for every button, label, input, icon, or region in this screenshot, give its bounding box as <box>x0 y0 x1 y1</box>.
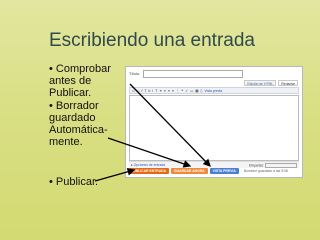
list-icon[interactable]: ⋮ <box>176 89 179 93</box>
post-editor-screenshot: Título: Edición de HTML Redactar ⎌ ⎌ f T… <box>125 66 303 178</box>
bullet-publish: • Publicar. <box>49 176 99 188</box>
title-label: Título: <box>129 71 141 76</box>
tab-compose[interactable]: Redactar <box>278 80 298 86</box>
italic-icon[interactable]: i <box>152 89 153 93</box>
align-right-icon[interactable]: ≡ <box>172 89 174 93</box>
font-icon[interactable]: f <box>141 89 142 93</box>
tab-edit-html[interactable]: Edición de HTML <box>244 80 277 86</box>
link-icon[interactable]: ⚭ <box>159 89 162 93</box>
quote-icon[interactable]: ❝ <box>181 89 183 93</box>
editor-tabs: Edición de HTML Redactar <box>244 80 298 86</box>
slide-title: Escribiendo una entrada <box>49 30 255 51</box>
title-row: Título: <box>129 70 299 78</box>
publish-button[interactable]: PUBLICAR ENTRADA <box>128 167 170 174</box>
redo-icon[interactable]: ⎌ <box>137 89 140 93</box>
formatting-toolbar: ⎌ ⎌ f T b i T ⚭ ≡ ≡ ≡ ⋮ ❝ ✓ ▭ ▦ ▯ Vista … <box>129 87 299 94</box>
font-size-icon[interactable]: T <box>144 89 146 93</box>
clear-format-icon[interactable]: ▯ <box>201 89 203 93</box>
bullet-check-before-publish: • Comprobar antes de Publicar. <box>49 63 111 99</box>
align-left-icon[interactable]: ≡ <box>164 89 166 93</box>
spellcheck-icon[interactable]: ✓ <box>185 89 188 93</box>
preview-button[interactable]: VISTA PREVIA <box>209 167 239 174</box>
undo-icon[interactable]: ⎌ <box>132 89 135 93</box>
autosave-status: Borrador guardado a las 9:08 <box>243 168 288 173</box>
save-now-button[interactable]: GUARDAR AHORA <box>171 167 208 174</box>
publish-button-row: PUBLICAR ENTRADA GUARDAR AHORA VISTA PRE… <box>125 166 301 175</box>
post-body-textarea[interactable] <box>129 95 299 161</box>
align-center-icon[interactable]: ≡ <box>168 89 170 93</box>
bullet-draft-autosaved: • Borrador guardado Automática-mente. <box>49 100 108 148</box>
title-input[interactable] <box>143 70 243 78</box>
text-color-icon[interactable]: T <box>155 89 157 93</box>
video-icon[interactable]: ▦ <box>195 89 198 93</box>
bold-icon[interactable]: b <box>148 89 150 93</box>
image-icon[interactable]: ▭ <box>190 89 193 93</box>
preview-link[interactable]: Vista previa <box>204 89 222 93</box>
